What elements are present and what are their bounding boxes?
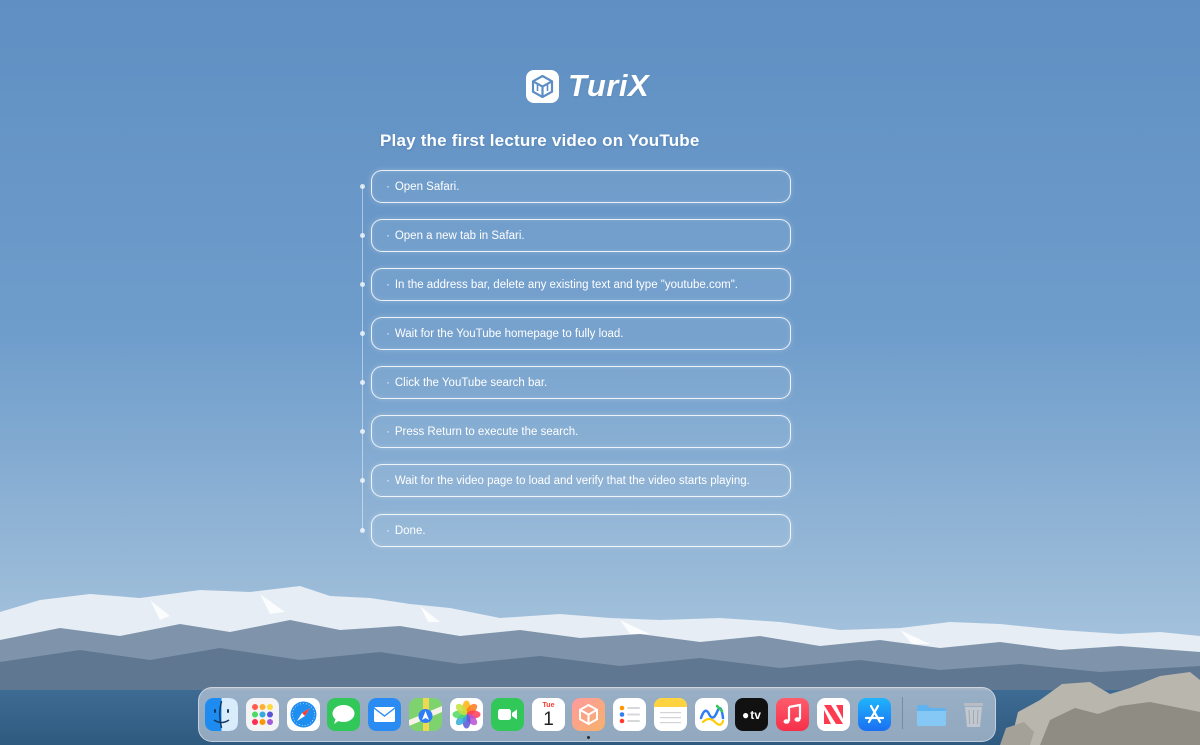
step-timeline-dot (360, 478, 365, 483)
music-icon[interactable] (776, 698, 809, 731)
step-card-2[interactable]: · Open a new tab in Safari. (371, 219, 791, 252)
step-label: Open Safari. (394, 180, 460, 193)
step-timeline-dot (360, 282, 365, 287)
step-label: Done. (394, 524, 426, 537)
apple-logo-icon: ● (742, 707, 750, 722)
step-label: Wait for the video page to load and veri… (394, 474, 750, 487)
turix-logo-text: TuriX (568, 68, 650, 103)
step-bullet: · (386, 327, 390, 340)
step-card-1[interactable]: · Open Safari. (371, 170, 791, 203)
safari-icon[interactable] (287, 698, 320, 731)
step-card-6[interactable]: · Press Return to execute the search. (371, 415, 791, 448)
step-label: Open a new tab in Safari. (394, 229, 525, 242)
step-bullet: · (386, 180, 390, 193)
launchpad-icon[interactable] (246, 698, 279, 731)
messages-icon[interactable] (327, 698, 360, 731)
apple-tv-icon[interactable]: ● tv (735, 698, 768, 731)
step-card-7[interactable]: · Wait for the video page to load and ve… (371, 464, 791, 497)
facetime-icon[interactable] (491, 698, 524, 731)
finder-icon[interactable] (205, 698, 238, 731)
step-label: Click the YouTube search bar. (394, 376, 548, 389)
step-timeline-dot (360, 528, 365, 533)
step-bullet: · (386, 229, 390, 242)
step-label: Press Return to execute the search. (394, 425, 579, 438)
step-bullet: · (386, 278, 390, 291)
turix-logo: TuriX (525, 67, 649, 105)
turix-app-icon[interactable] (572, 698, 605, 731)
step-timeline-dot (360, 184, 365, 189)
reminders-icon[interactable] (613, 698, 646, 731)
step-bullet: · (386, 376, 390, 389)
dock-running-indicator (587, 736, 590, 739)
step-label: In the address bar, delete any existing … (394, 278, 738, 291)
photos-icon[interactable] (450, 698, 483, 731)
step-timeline-dot (360, 233, 365, 238)
step-card-4[interactable]: · Wait for the YouTube homepage to fully… (371, 317, 791, 350)
step-card-8[interactable]: · Done. (371, 514, 791, 547)
turix-logo-icon (526, 69, 559, 103)
dock-divider (902, 697, 903, 729)
trash-icon[interactable] (957, 698, 990, 731)
step-bullet: · (386, 425, 390, 438)
notes-icon[interactable] (654, 698, 687, 731)
step-bullet: · (386, 474, 390, 487)
maps-icon[interactable] (409, 698, 442, 731)
downloads-folder-icon[interactable] (915, 698, 948, 731)
news-icon[interactable] (817, 698, 850, 731)
step-timeline-dot (360, 429, 365, 434)
step-label: Wait for the YouTube homepage to fully l… (394, 327, 624, 340)
step-timeline-dot (360, 331, 365, 336)
step-timeline-dot (360, 380, 365, 385)
calendar-day: 1 (543, 708, 554, 730)
app-store-icon[interactable] (858, 698, 891, 731)
step-card-5[interactable]: · Click the YouTube search bar. (371, 366, 791, 399)
mail-icon[interactable] (368, 698, 401, 731)
task-title: Play the first lecture video on YouTube (380, 131, 700, 150)
apple-tv-label: tv (750, 707, 761, 722)
step-card-3[interactable]: · In the address bar, delete any existin… (371, 268, 791, 301)
calendar-icon[interactable]: Tue 1 (532, 698, 565, 731)
step-bullet: · (386, 524, 390, 537)
freeform-icon[interactable] (695, 698, 728, 731)
